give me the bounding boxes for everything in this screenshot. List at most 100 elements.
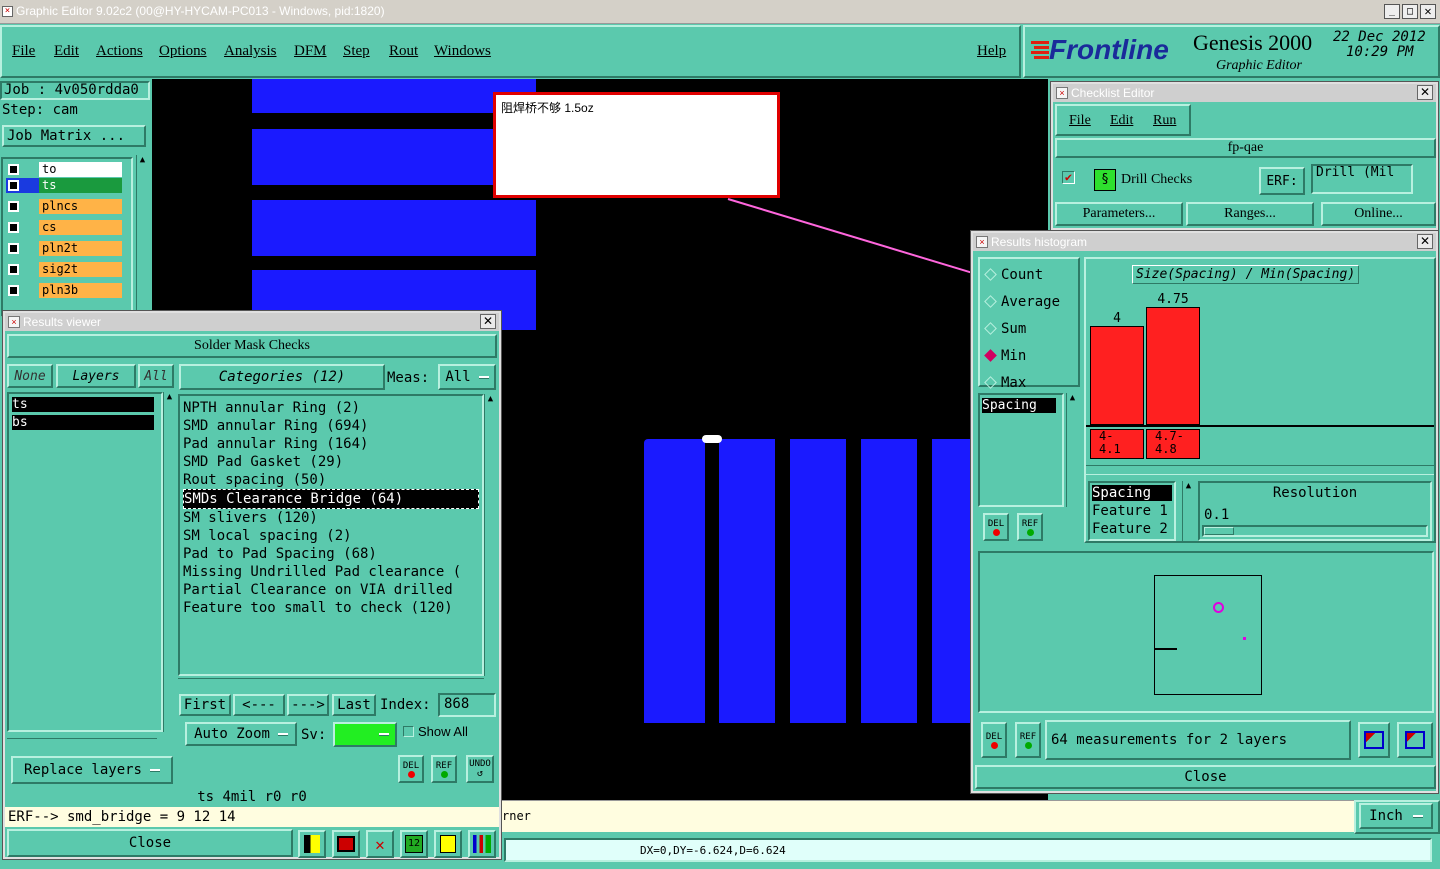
radio-icon <box>984 268 997 281</box>
scroll-up-icon[interactable]: ▲ <box>1183 481 1194 491</box>
next-button[interactable]: ---> <box>287 694 329 716</box>
ranges-button[interactable]: Ranges... <box>1186 202 1314 226</box>
auto-zoom-dropdown[interactable]: Auto Zoom <box>185 722 297 746</box>
field-list-item[interactable]: Spacing <box>982 398 1056 413</box>
tool-icon-5[interactable] <box>434 830 462 858</box>
checklist-menu-run[interactable]: Run <box>1153 113 1176 129</box>
tool-icon-1[interactable] <box>298 830 326 858</box>
category-item[interactable]: SM slivers (120) <box>183 509 479 527</box>
category-item-selected[interactable]: SMDs Clearance Bridge (64) <box>183 489 479 509</box>
mode-label: Min <box>1001 348 1027 364</box>
category-item[interactable]: Partial Clearance on VIA drilled <box>183 581 479 599</box>
histogram-bar[interactable] <box>1146 307 1200 425</box>
graph-icon <box>304 835 320 853</box>
results-viewer-titlebar: × Results viewer ✕ <box>5 313 499 331</box>
layer-list-hscroll[interactable] <box>7 738 157 748</box>
erf-value[interactable]: Drill (Mil <box>1311 164 1413 194</box>
mode-option-selected[interactable]: Min <box>984 348 1027 364</box>
tool-icon-2[interactable] <box>332 830 360 858</box>
category-item[interactable]: NPTH annular Ring (2) <box>183 399 479 417</box>
show-all-checkbox[interactable] <box>403 726 414 737</box>
checklist-menu-file[interactable]: File <box>1069 113 1091 129</box>
layer-list-item[interactable]: ts <box>12 397 154 412</box>
histogram-title: Results histogram <box>991 235 1088 249</box>
ref-button[interactable]: REF <box>431 755 457 783</box>
category-item[interactable]: Feature too small to check (120) <box>183 599 479 617</box>
all-button[interactable]: All <box>138 364 174 388</box>
results-layer-list: ts bs <box>7 392 163 732</box>
feature-list-item[interactable]: Feature 1 <box>1092 503 1168 519</box>
feature-list-item[interactable]: Feature 2 <box>1092 521 1168 537</box>
mode-option[interactable]: Sum <box>984 321 1026 337</box>
online-button[interactable]: Online... <box>1321 202 1436 226</box>
histogram-bar[interactable] <box>1090 326 1144 425</box>
tool-icon-3[interactable]: ✕ <box>366 830 394 858</box>
category-item[interactable]: Rout spacing (50) <box>183 471 479 489</box>
dropdown-icon <box>379 733 389 736</box>
close-icon[interactable]: ✕ <box>1417 85 1433 100</box>
slider-handle[interactable] <box>1204 527 1234 535</box>
mode-label: Max <box>1001 375 1027 391</box>
histogram-bar-value: 4 <box>1113 311 1121 326</box>
categories-hscroll[interactable] <box>178 678 484 688</box>
preview-dot <box>1243 637 1246 640</box>
checklist-menu-edit[interactable]: Edit <box>1110 113 1133 129</box>
feature-list-scrollbar[interactable]: ▲ <box>1182 481 1194 541</box>
chart-title-visible: Size(Spacing) / Min(Spacing) <box>1132 265 1360 284</box>
coords-text: DX=0,DY=-6.624,D=6.624 <box>640 844 786 857</box>
prev-button[interactable]: <--- <box>233 694 285 716</box>
layer-list-item[interactable]: bs <box>12 415 154 430</box>
red-dot-icon <box>407 770 415 778</box>
feature-list-item[interactable]: Spacing <box>1092 485 1172 501</box>
category-item[interactable]: SM local spacing (2) <box>183 527 479 545</box>
category-item[interactable]: SMD Pad Gasket (29) <box>183 453 479 471</box>
preview-del-button[interactable]: DEL <box>981 722 1007 758</box>
units-dropdown[interactable]: Inch <box>1359 803 1433 829</box>
resolution-slider[interactable] <box>1202 525 1428 537</box>
none-button[interactable]: None <box>7 364 53 388</box>
field-list-scrollbar[interactable]: ▲ <box>1066 393 1078 507</box>
coords-bar: DX=0,DY=-6.624,D=6.624 <box>502 836 1440 869</box>
drill-checks-icon: § <box>1094 169 1116 191</box>
histogram-close-button[interactable]: Close <box>975 765 1436 789</box>
mode-option[interactable]: Count <box>984 267 1043 283</box>
zoom-home-button[interactable] <box>1397 722 1433 758</box>
first-button[interactable]: First <box>179 694 231 716</box>
zoom-fit-button[interactable] <box>1358 722 1390 758</box>
auto-zoom-label: Auto Zoom <box>194 726 270 742</box>
scroll-up-icon[interactable]: ▲ <box>164 392 175 402</box>
layer-list-scrollbar[interactable]: ▲ <box>163 392 175 732</box>
sv-dropdown[interactable] <box>333 722 397 747</box>
preview-ref-button[interactable]: REF <box>1015 722 1041 758</box>
del-button[interactable]: DEL <box>398 755 424 783</box>
replace-layers-dropdown[interactable]: Replace layers <box>11 756 173 784</box>
scroll-up-icon[interactable]: ▲ <box>485 394 496 404</box>
layers-button[interactable]: Layers <box>56 364 136 388</box>
results-close-button[interactable]: Close <box>7 829 293 857</box>
parameters-button[interactable]: Parameters... <box>1055 202 1183 226</box>
resolution-panel: Resolution 0.1 <box>1198 481 1432 541</box>
category-item[interactable]: SMD annular Ring (694) <box>183 417 479 435</box>
mode-option[interactable]: Average <box>984 294 1060 310</box>
mode-option[interactable]: Max <box>984 375 1027 391</box>
category-item[interactable]: Pad annular Ring (164) <box>183 435 479 453</box>
close-icon[interactable]: ✕ <box>1417 234 1433 249</box>
tool-icon-4[interactable]: 12 <box>400 830 428 858</box>
category-item[interactable]: Pad to Pad Spacing (68) <box>183 545 479 563</box>
index-input[interactable]: 868 <box>438 693 496 717</box>
categories-button[interactable]: Categories (12) <box>179 364 385 390</box>
close-icon[interactable]: ✕ <box>480 314 496 329</box>
red-dot-icon <box>990 741 998 749</box>
categories-scrollbar[interactable]: ▲ <box>484 394 496 676</box>
category-item[interactable]: Missing Undrilled Pad clearance ( <box>183 563 479 581</box>
last-button[interactable]: Last <box>332 694 376 716</box>
scroll-up-icon[interactable]: ▲ <box>1067 393 1078 403</box>
checklist-editor-window: × Checklist Editor ✕ File Edit Run fp-qa… <box>1050 81 1439 231</box>
undo-button[interactable]: UNDO ↺ <box>466 755 494 783</box>
histogram-hscroll[interactable] <box>1086 465 1434 475</box>
tool-icon-6[interactable] <box>468 830 496 858</box>
hist-del-button[interactable]: DEL <box>983 513 1009 541</box>
check-checkbox[interactable]: ✔ <box>1062 171 1075 184</box>
meas-dropdown[interactable]: All <box>438 364 496 390</box>
hist-ref-button[interactable]: REF <box>1017 513 1043 541</box>
